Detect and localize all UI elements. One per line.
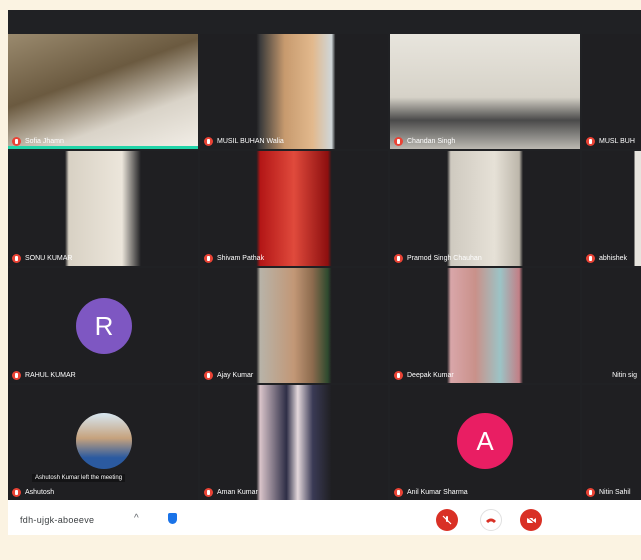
mic-muted-icon [394, 254, 403, 263]
participant-name: Aman Kumar [217, 489, 258, 496]
camera-off-icon [526, 516, 536, 524]
top-bar [8, 10, 641, 34]
participant-name: Sofia Jhamn [25, 138, 64, 145]
participant-tile[interactable]: MUSIL BUHAN Walia [200, 34, 388, 149]
mic-muted-icon [394, 137, 403, 146]
participant-name: RAHUL KUMAR [25, 372, 76, 379]
participant-tile[interactable]: abhishek [582, 151, 641, 266]
mic-muted-icon [586, 254, 595, 263]
mic-muted-icon [204, 254, 213, 263]
participant-name: Ashutosh [25, 489, 55, 496]
host-controls-shield-icon[interactable] [168, 513, 177, 524]
participant-name: Pramod Singh Chauhan [407, 255, 482, 262]
mic-muted-icon [394, 488, 403, 497]
participant-avatar: A [457, 413, 513, 469]
participant-tile[interactable]: Ashutosh Kumar left the meeting Ashutosh [8, 385, 198, 500]
participant-grid: Sofia Jhamn MUSIL BUHAN Walia Chandan Si… [8, 34, 641, 500]
participant-tile[interactable]: Shivam Pathak [200, 151, 388, 266]
participant-avatar: R [76, 298, 132, 354]
participant-name: MUSL BUH [599, 138, 635, 145]
participant-tile[interactable]: Nitin sig [582, 268, 641, 383]
participant-tile[interactable]: Aman Kumar [200, 385, 388, 500]
participant-tile[interactable]: Chandan Singh [390, 34, 580, 149]
participant-tile[interactable]: Sofia Jhamn [8, 34, 198, 149]
participant-name: Ajay Kumar [217, 372, 254, 379]
meet-window: Sofia Jhamn MUSIL BUHAN Walia Chandan Si… [8, 10, 641, 535]
mic-muted-icon [586, 137, 595, 146]
participant-name: Shivam Pathak [217, 255, 265, 262]
participant-name: Deepak Kumar [407, 372, 454, 379]
participant-tile[interactable]: MUSL BUH [582, 34, 641, 149]
participant-avatar [76, 413, 132, 469]
hangup-button[interactable] [480, 509, 502, 531]
participant-tile[interactable]: SONU KUMAR [8, 151, 198, 266]
participant-tile[interactable]: Pramod Singh Chauhan [390, 151, 580, 266]
left-meeting-caption: Ashutosh Kumar left the meeting [32, 474, 126, 482]
mic-muted-icon [204, 488, 213, 497]
meeting-code: fdh-ujgk-aboeeve [20, 515, 95, 525]
camera-toggle-button[interactable] [520, 509, 542, 531]
participant-name: abhishek [599, 255, 628, 262]
mic-muted-icon [204, 371, 213, 380]
bottom-bar: fdh-ujgk-aboeeve ^ [8, 500, 641, 535]
participant-tile[interactable]: Deepak Kumar [390, 268, 580, 383]
participant-tile[interactable]: A Anil Kumar Sharma [390, 385, 580, 500]
participant-name: MUSIL BUHAN Walia [217, 138, 284, 145]
mic-muted-icon [12, 371, 21, 380]
mic-muted-icon [586, 488, 595, 497]
participant-name: Nitin Sahil [599, 489, 631, 496]
participant-name: SONU KUMAR [25, 255, 73, 262]
mic-muted-icon [394, 371, 403, 380]
phone-hangup-icon [486, 518, 496, 523]
meeting-details-chevron-icon[interactable]: ^ [134, 513, 139, 524]
mic-muted-icon [204, 137, 213, 146]
participant-tile[interactable]: Nitin Sahil [582, 385, 641, 500]
mic-muted-icon [12, 137, 21, 146]
mic-off-icon [442, 515, 452, 525]
mic-toggle-button[interactable] [436, 509, 458, 531]
participant-name: Anil Kumar Sharma [407, 489, 468, 496]
mic-muted-icon [12, 488, 21, 497]
participant-tile[interactable]: R RAHUL KUMAR [8, 268, 198, 383]
speaking-indicator [8, 146, 198, 149]
participant-name: Nitin sig [612, 372, 637, 379]
participant-tile[interactable]: Ajay Kumar [200, 268, 388, 383]
participant-name: Chandan Singh [407, 138, 456, 145]
mic-muted-icon [12, 254, 21, 263]
